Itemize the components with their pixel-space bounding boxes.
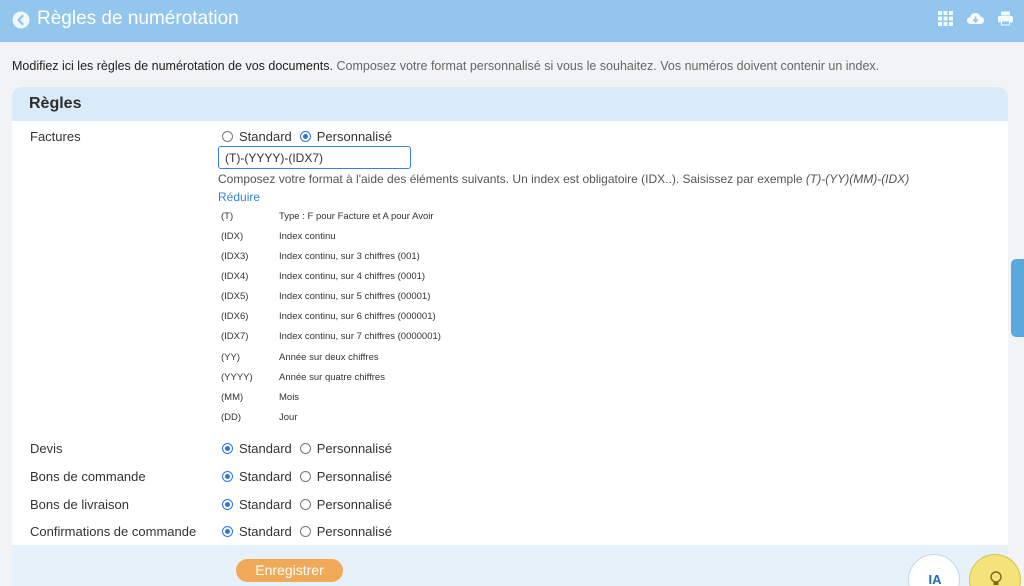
idea-button[interactable] [969,554,1021,586]
intro-strong: Modifiez ici les règles de numérotation … [12,59,333,73]
intro-text: Modifiez ici les règles de numérotation … [12,58,1012,74]
rule-options-quotes: Standard Personnalisé [222,441,396,456]
page-title: Règles de numérotation [37,8,239,29]
rule-options-purchase-orders: Standard Personnalisé [222,469,396,484]
rule-label-quotes: Devis [30,441,63,456]
lightbulb-icon [990,571,1002,585]
rule-label-purchase-orders: Bons de commande [30,469,146,484]
radio-label-custom: Personnalisé [316,469,392,484]
format-example: (T)-(YY)(MM)-(IDX) [805,172,910,186]
rule-options-invoices: Standard Personnalisé [222,129,396,144]
save-button[interactable]: Enregistrer [236,559,343,582]
radio-delivery-notes-custom[interactable] [299,499,311,510]
radio-invoices-standard[interactable] [222,131,233,142]
radio-label-custom: Personnalisé [316,497,392,512]
radio-label-standard: Standard [239,441,292,456]
print-icon[interactable] [997,10,1014,27]
radio-label-custom: Personnalisé [316,524,392,539]
rule-options-order-confirmations: Standard Personnalisé [222,524,396,539]
radio-delivery-notes-standard[interactable] [222,499,233,510]
back-arrow-icon[interactable] [12,11,30,29]
rule-label-order-confirmations: Confirmations de commande [30,524,197,539]
card-header: Règles [12,87,1008,121]
radio-order-confirmations-custom[interactable] [299,526,311,537]
radio-label-standard: Standard [239,469,292,484]
format-help: Composez votre format à l'aide des éléme… [218,172,909,186]
radio-purchase-orders-standard[interactable] [222,471,233,482]
radio-quotes-custom[interactable] [299,443,311,454]
radio-label-standard: Standard [239,497,292,512]
radio-invoices-custom[interactable] [299,131,311,142]
radio-label-standard: Standard [239,129,292,144]
side-feedback-tab[interactable] [1011,259,1024,337]
radio-label-custom: Personnalisé [316,441,392,456]
radio-label-standard: Standard [239,524,292,539]
grid-icon[interactable] [937,10,954,27]
radio-label-custom: Personnalisé [316,129,392,144]
card-title: Règles [29,95,82,112]
cloud-download-icon[interactable] [966,10,985,27]
actions-band [12,545,1008,586]
rule-label-invoices: Factures [30,129,81,144]
reduce-link[interactable]: Réduire [218,190,260,204]
rule-label-delivery-notes: Bons de livraison [30,497,129,512]
intro-soft: Composez votre format personnalisé si vo… [333,59,880,73]
top-bar: Règles de numérotation [0,0,1024,42]
radio-purchase-orders-custom[interactable] [299,471,311,482]
format-input[interactable] [218,146,411,169]
format-help-text: Composez votre format à l'aide des éléme… [218,172,806,186]
radio-quotes-standard[interactable] [222,443,233,454]
rule-options-delivery-notes: Standard Personnalisé [222,497,396,512]
rules-card: Règles Factures Standard Personnalisé Co… [12,87,1008,557]
ia-label: IA [928,572,942,586]
radio-order-confirmations-standard[interactable] [222,526,233,537]
